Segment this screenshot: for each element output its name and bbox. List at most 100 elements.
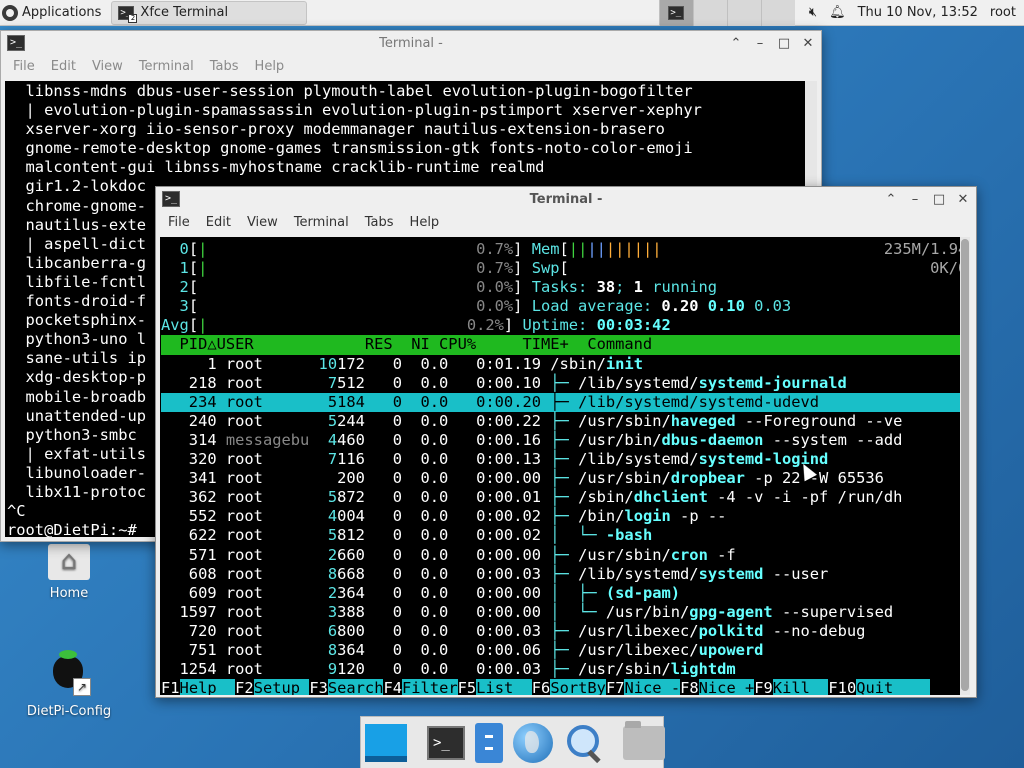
menu-terminal[interactable]: Terminal — [131, 59, 202, 74]
taskbar-button-xfce-terminal[interactable]: >_ 2 Xfce Terminal — [111, 0, 308, 25]
desktop-icon-home[interactable]: Home — [24, 544, 114, 601]
process-row[interactable]: 1597 root 3388 0 0.0 0:00.00 │ └─ /usr/b… — [161, 603, 962, 622]
maximize-button[interactable]: □ — [777, 36, 791, 51]
bracket: ] — [513, 240, 532, 258]
applications-menu-button[interactable]: Applications — [0, 0, 107, 26]
clock[interactable]: Thu 10 Nov, 13:52 — [858, 5, 978, 20]
dock-show-desktop[interactable] — [365, 721, 407, 765]
notifications-bell-icon[interactable]: 🔔︎ — [829, 5, 846, 20]
fkey-label[interactable]: Nice - — [624, 679, 681, 695]
fkey-label[interactable]: Nice + — [698, 679, 755, 695]
process-row[interactable]: 751 root 8364 0 0.0 0:00.06 ├─ /usr/libe… — [161, 641, 962, 660]
process-row[interactable]: 720 root 6800 0 0.0 0:00.03 ├─ /usr/libe… — [161, 622, 962, 641]
menu-file[interactable]: File — [160, 215, 198, 230]
workspace-1[interactable]: >_ — [658, 0, 693, 26]
process-row[interactable]: 341 root 200 0 0.0 0:00.00 ├─ /usr/sbin/… — [161, 469, 962, 488]
column-header-res[interactable]: RES — [337, 335, 393, 353]
dock-file-manager[interactable] — [475, 721, 503, 765]
process-row[interactable]: 218 root 7512 0 0.0 0:00.10 ├─ /lib/syst… — [161, 374, 962, 393]
process-row[interactable]: 1254 root 9120 0 0.0 0:00.03 ├─ /usr/sbi… — [161, 660, 962, 679]
process-row[interactable]: 552 root 4004 0 0.0 0:00.02 ├─ /bin/logi… — [161, 507, 962, 526]
menu-help[interactable]: Help — [402, 215, 448, 230]
fkey-label[interactable]: List — [476, 679, 532, 695]
column-header-ni[interactable]: NI — [393, 335, 430, 353]
menu-edit[interactable]: Edit — [198, 215, 239, 230]
fkey-label[interactable]: Setup — [253, 679, 310, 695]
menu-view[interactable]: View — [84, 59, 131, 74]
minimize-button[interactable]: – — [908, 192, 922, 207]
fkey-f4[interactable]: F4 — [383, 679, 402, 695]
minimize-button[interactable]: – — [753, 36, 767, 51]
process-row[interactable]: 362 root 5872 0 0.0 0:00.01 ├─ /sbin/dhc… — [161, 488, 962, 507]
window-titlebar[interactable]: >_ Terminal - ⌃ – □ ✕ — [1, 31, 821, 55]
command-path: /usr/sbin/ — [578, 660, 671, 679]
fkey-label[interactable]: SortBy — [550, 679, 606, 695]
fkey-f9[interactable]: F9 — [754, 679, 773, 695]
fkey-f2[interactable]: F2 — [235, 679, 254, 695]
shade-button[interactable]: ⌃ — [884, 192, 898, 207]
window-titlebar[interactable]: >_ Terminal - ⌃ – □ ✕ — [156, 187, 976, 211]
user-menu[interactable]: root — [990, 5, 1016, 20]
column-header-time[interactable]: TIME+ — [476, 335, 568, 353]
process-row[interactable]: 240 root 5244 0 0.0 0:00.22 ├─ /usr/sbin… — [161, 412, 962, 431]
fkey-label[interactable]: Search — [327, 679, 384, 695]
workspace-3[interactable] — [726, 0, 761, 26]
process-row[interactable]: 234 root 5184 0 0.0 0:00.20 ├─ /lib/syst… — [161, 392, 962, 412]
fkey-f7[interactable]: F7 — [606, 679, 625, 695]
dock-app-finder[interactable] — [563, 721, 603, 765]
process-row[interactable]: 608 root 8668 0 0.0 0:00.03 ├─ /lib/syst… — [161, 565, 962, 584]
menu-help[interactable]: Help — [247, 59, 293, 74]
fkey-f3[interactable]: F3 — [309, 679, 328, 695]
terminal-window-htop[interactable]: >_ Terminal - ⌃ – □ ✕ File Edit View Ter… — [155, 186, 977, 698]
scrollbar-thumb[interactable] — [961, 239, 969, 691]
scrollbar[interactable] — [960, 237, 970, 695]
workspace-4[interactable] — [760, 0, 795, 26]
close-button[interactable]: ✕ — [956, 192, 970, 207]
pid-cell: 609 — [161, 583, 217, 602]
column-header-pid[interactable]: PID△ — [161, 335, 217, 353]
fkey-f6[interactable]: F6 — [532, 679, 551, 695]
menu-tabs[interactable]: Tabs — [357, 215, 402, 230]
command-path: /usr/bin/ — [578, 430, 662, 449]
fkey-label[interactable]: Help — [179, 679, 236, 695]
maximize-button[interactable]: □ — [932, 192, 946, 207]
menu-view[interactable]: View — [239, 215, 286, 230]
menu-tabs[interactable]: Tabs — [202, 59, 247, 74]
shade-button[interactable]: ⌃ — [729, 36, 743, 51]
res-cell-high: 8 — [309, 564, 338, 583]
tree-branch: ├─ — [550, 469, 579, 488]
menu-terminal[interactable]: Terminal — [286, 215, 357, 230]
fkey-label[interactable]: Filter — [402, 679, 458, 695]
xfce-logo-icon — [2, 4, 18, 21]
menu-edit[interactable]: Edit — [43, 59, 84, 74]
process-row[interactable]: 320 root 7116 0 0.0 0:00.13 ├─ /lib/syst… — [161, 450, 962, 469]
fkey-f10[interactable]: F10 — [828, 679, 856, 695]
dock-home-folder[interactable] — [623, 720, 665, 765]
fkey-f5[interactable]: F5 — [458, 679, 477, 695]
menu-file[interactable]: File — [5, 59, 43, 74]
user-cell: root — [216, 660, 310, 679]
fkey-label[interactable]: Kill — [772, 679, 829, 695]
process-row[interactable]: 609 root 2364 0 0.0 0:00.00 │ ├─ (sd-pam… — [161, 584, 962, 603]
column-header-cpu[interactable]: CPU% — [430, 335, 476, 353]
pid-cell: 571 — [161, 545, 217, 564]
command-path: /usr/sbin/ — [578, 411, 671, 430]
dock-web-browser[interactable] — [513, 721, 553, 765]
process-row[interactable]: 314 messagebu 4460 0 0.0 0:00.16 ├─ /usr… — [161, 431, 962, 450]
column-header-command[interactable]: Command — [569, 335, 962, 353]
process-row[interactable]: 1 root 10172 0 0.0 0:01.19 /sbin/init — [161, 355, 962, 374]
process-row[interactable]: 622 root 5812 0 0.0 0:00.02 │ └─ -bash — [161, 526, 962, 545]
workspace-2[interactable] — [692, 0, 727, 26]
close-button[interactable]: ✕ — [801, 36, 815, 51]
column-header-user[interactable]: USER — [217, 335, 337, 353]
volume-muted-icon[interactable]: 🔇︎ — [809, 5, 817, 20]
fkey-label[interactable]: Quit — [856, 679, 931, 695]
desktop-icon-dietpi-config[interactable]: ↗ DietPi-Config — [24, 650, 114, 719]
process-row[interactable]: 571 root 2660 0 0.0 0:00.00 ├─ /usr/sbin… — [161, 546, 962, 565]
htop-output[interactable]: 0[| 0.7%] Mem[|||||||||| 235M/1.94G] 1[|… — [160, 237, 962, 695]
dock-terminal[interactable]: >_ — [427, 721, 465, 765]
fkey-f8[interactable]: F8 — [680, 679, 699, 695]
fkey-f1[interactable]: F1 — [161, 679, 180, 695]
bracket: ] — [503, 316, 523, 335]
res-cell-low: 668 — [337, 564, 365, 583]
